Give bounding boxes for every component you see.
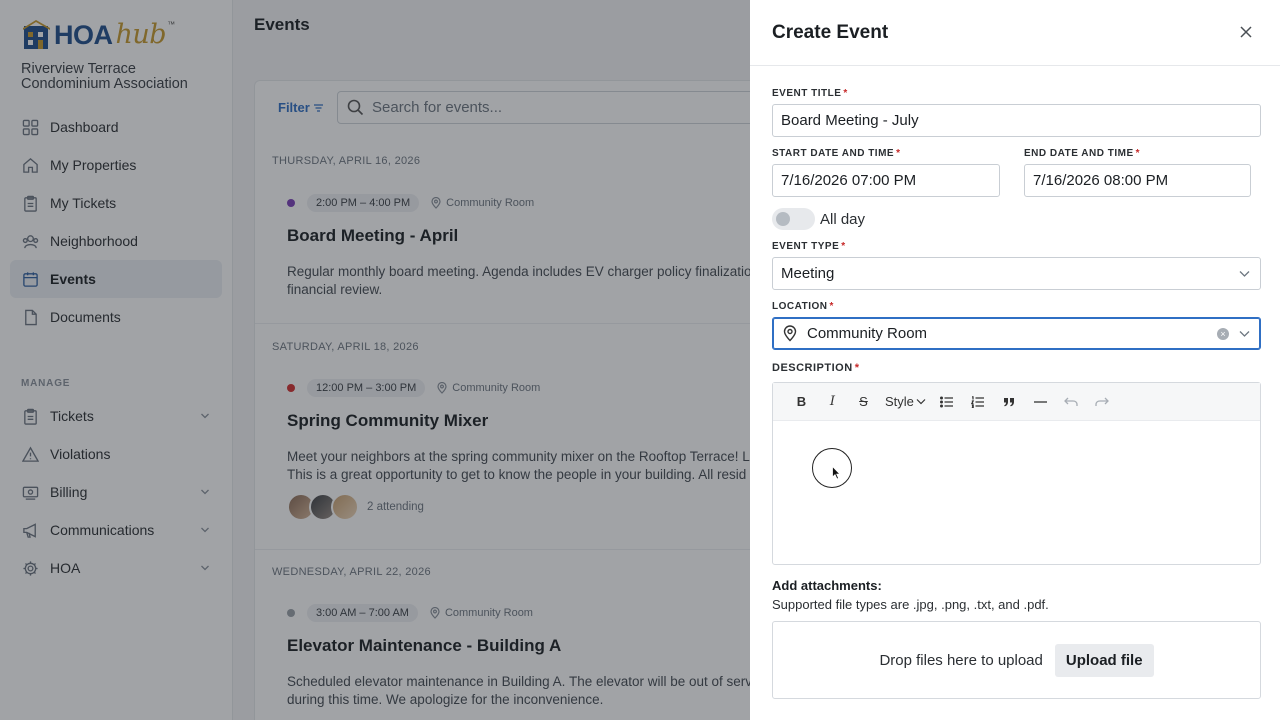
undo-button[interactable]	[1056, 390, 1087, 414]
location-label-text: LOCATION	[772, 301, 828, 312]
drawer-title: Create Event	[772, 22, 889, 43]
chevron-down-icon	[916, 399, 926, 405]
horizontal-rule-button[interactable]	[1025, 390, 1056, 414]
location-pin-icon	[783, 325, 797, 342]
style-label: Style	[885, 394, 914, 409]
close-icon[interactable]	[1238, 24, 1254, 40]
numbered-list-icon	[971, 395, 985, 408]
italic-button[interactable]: I	[817, 390, 848, 414]
event-title-label: EVENT TITLE *	[772, 88, 848, 99]
strikethrough-button[interactable]: S	[848, 390, 879, 414]
location-select[interactable]: Community Room ×	[772, 317, 1261, 350]
numbered-list-button[interactable]	[963, 390, 994, 414]
all-day-toggle[interactable]	[772, 208, 815, 230]
location-label: LOCATION *	[772, 301, 834, 312]
required-mark: *	[843, 88, 848, 99]
required-mark: *	[854, 362, 860, 374]
end-date-field[interactable]: 7/16/2026 08:00 PM	[1024, 164, 1251, 197]
description-label: DESCRIPTION *	[772, 362, 859, 374]
event-type-value: Meeting	[781, 265, 835, 282]
required-mark: *	[1135, 148, 1141, 159]
attachments-title: Add attachments:	[772, 578, 882, 593]
event-title-value: Board Meeting - July	[781, 112, 919, 129]
event-type-select[interactable]: Meeting	[772, 257, 1261, 290]
create-event-drawer: Create Event EVENT TITLE * Board Meeting …	[750, 0, 1280, 720]
attachments-hint: Supported file types are .jpg, .png, .tx…	[772, 597, 1049, 612]
undo-icon	[1064, 397, 1079, 406]
bold-button[interactable]: B	[786, 390, 817, 414]
bullet-list-icon	[940, 396, 954, 408]
event-title-label-text: EVENT TITLE	[772, 88, 842, 99]
editor-toolbar: B I S Style	[773, 383, 1260, 421]
all-day-label: All day	[820, 211, 866, 228]
description-text-area[interactable]	[773, 421, 1260, 564]
required-mark: *	[841, 241, 846, 252]
start-date-field[interactable]: 7/16/2026 07:00 PM	[772, 164, 1000, 197]
file-dropzone[interactable]: Drop files here to upload Upload file	[772, 621, 1261, 699]
blockquote-button[interactable]	[994, 390, 1025, 414]
event-type-label: EVENT TYPE *	[772, 241, 846, 252]
quote-icon	[1004, 397, 1015, 406]
dropzone-text: Drop files here to upload	[879, 651, 1043, 669]
event-title-field[interactable]: Board Meeting - July	[772, 104, 1261, 137]
chevron-down-icon	[1239, 271, 1250, 277]
style-dropdown[interactable]: Style	[879, 390, 932, 414]
end-date-value: 7/16/2026 08:00 PM	[1033, 172, 1169, 189]
required-mark: *	[829, 301, 834, 312]
event-type-label-text: EVENT TYPE	[772, 241, 840, 252]
bullet-list-button[interactable]	[932, 390, 963, 414]
required-mark: *	[896, 148, 901, 159]
modal-backdrop[interactable]	[0, 0, 750, 720]
mouse-cursor-icon	[832, 466, 841, 480]
divider	[750, 65, 1280, 66]
horizontal-line-icon	[1033, 400, 1047, 403]
upload-file-button[interactable]: Upload file	[1054, 643, 1154, 677]
clear-icon[interactable]: ×	[1217, 328, 1229, 340]
start-date-value: 7/16/2026 07:00 PM	[781, 172, 917, 189]
description-editor: B I S Style	[772, 382, 1261, 565]
end-date-label: END DATE AND TIME *	[1024, 148, 1140, 159]
redo-icon	[1095, 397, 1110, 406]
redo-button[interactable]	[1087, 390, 1118, 414]
chevron-down-icon	[1239, 331, 1250, 337]
end-date-label-text: END DATE AND TIME	[1024, 148, 1134, 159]
toggle-knob	[776, 212, 790, 226]
start-date-label-text: START DATE AND TIME	[772, 148, 895, 159]
start-date-label: START DATE AND TIME *	[772, 148, 901, 159]
location-value: Community Room	[807, 325, 928, 342]
description-label-text: DESCRIPTION	[772, 362, 853, 374]
